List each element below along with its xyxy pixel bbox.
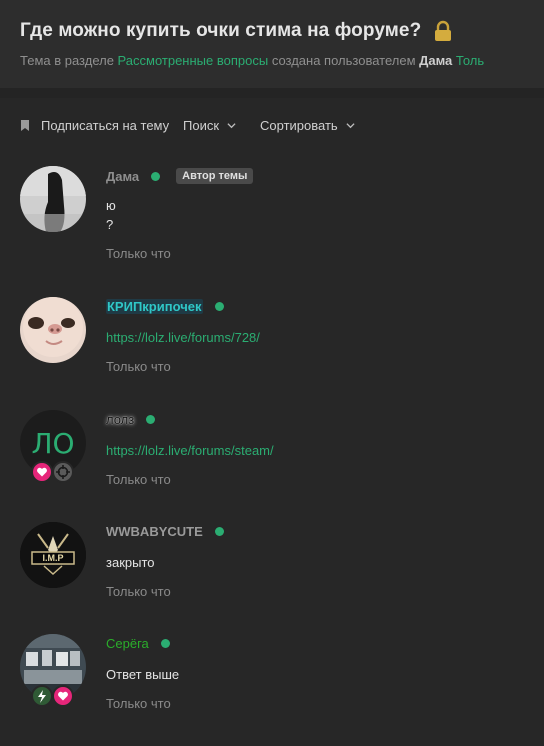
post: Дама Автор темы ю ? Только что [0, 166, 544, 278]
chevron-down-icon [346, 123, 355, 129]
username-row: Дама Автор темы [106, 168, 254, 184]
page-title: Где можно купить очки стима на форуме? [20, 20, 422, 41]
post: КРИПкрипочек https://lolz.live/forums/72… [0, 297, 544, 409]
post: I.M.P WWBABYCUTE закрыто Только что [0, 522, 544, 634]
post-time[interactable]: Только что [106, 584, 171, 599]
author-badge: Автор темы [176, 168, 254, 184]
thread-header: Где можно купить очки стима на форуме? Т… [0, 0, 544, 88]
section-link[interactable]: Рассмотренные вопросы [118, 53, 269, 68]
online-indicator [214, 527, 224, 536]
username-row: WWBABYCUTE [106, 524, 224, 539]
avatar[interactable] [20, 297, 86, 363]
crosshair-icon [52, 461, 74, 483]
search-dropdown[interactable]: Поиск [183, 118, 236, 133]
post-time[interactable]: Только что [106, 359, 171, 374]
username[interactable]: Серёга [106, 636, 149, 651]
online-indicator [146, 415, 156, 424]
heart-icon [52, 685, 74, 707]
online-indicator [214, 302, 224, 311]
post: Серёга Ответ выше Только что [0, 634, 544, 746]
title-row: Где можно купить очки стима на форуме? [20, 20, 453, 42]
post-time[interactable]: Только что [106, 472, 171, 487]
heart-icon [31, 461, 53, 483]
post-link[interactable]: https://lolz.live/forums/728/ [106, 328, 260, 347]
post: ЛО лолз https://lolz.live/forums/steam/ … [0, 410, 544, 522]
subscribe-button[interactable]: Подписаться на тему [20, 118, 169, 133]
meta-tail: Толь [452, 53, 485, 68]
username-row: Серёга [106, 636, 170, 651]
username[interactable]: WWBABYCUTE [106, 524, 203, 539]
avatar-initials: ЛО [31, 426, 75, 460]
header-divider [0, 88, 544, 98]
avatar[interactable] [20, 166, 86, 232]
author-link[interactable]: Дама [419, 53, 452, 68]
meta-middle: создана пользователем [268, 53, 420, 68]
sort-dropdown[interactable]: Сортировать [260, 118, 355, 133]
content-line: ? [106, 217, 114, 232]
username[interactable]: КРИПкрипочек [106, 299, 203, 314]
avatar[interactable]: I.M.P [20, 522, 86, 588]
meta-prefix: Тема в разделе [20, 53, 118, 68]
thread-meta: Тема в разделе Рассмотренные вопросы соз… [20, 53, 484, 68]
bookmark-icon [21, 120, 29, 131]
post-content: Ответ выше [106, 667, 180, 682]
online-indicator [160, 639, 170, 648]
username[interactable]: Дама [106, 169, 139, 184]
lightning-icon [31, 685, 53, 707]
content-line: ю [106, 198, 116, 213]
username-row: КРИПкрипочек [106, 299, 224, 314]
post-link[interactable]: https://lolz.live/forums/steam/ [106, 441, 274, 460]
post-content: ю ? [106, 196, 116, 234]
online-indicator [151, 171, 161, 181]
post-time[interactable]: Только что [106, 246, 171, 261]
avatar-text: I.M.P [42, 553, 64, 563]
post-time[interactable]: Только что [106, 696, 171, 711]
sort-label: Сортировать [260, 118, 338, 133]
search-label: Поиск [183, 118, 220, 133]
thread-toolbar: Подписаться на тему Поиск Сортировать [0, 98, 544, 154]
subscribe-label: Подписаться на тему [41, 118, 170, 133]
username[interactable]: лолз [106, 412, 134, 427]
chevron-down-icon [227, 123, 236, 129]
username-row: лолз [106, 412, 156, 427]
lock-icon [433, 20, 453, 42]
post-content: закрыто [106, 555, 155, 570]
